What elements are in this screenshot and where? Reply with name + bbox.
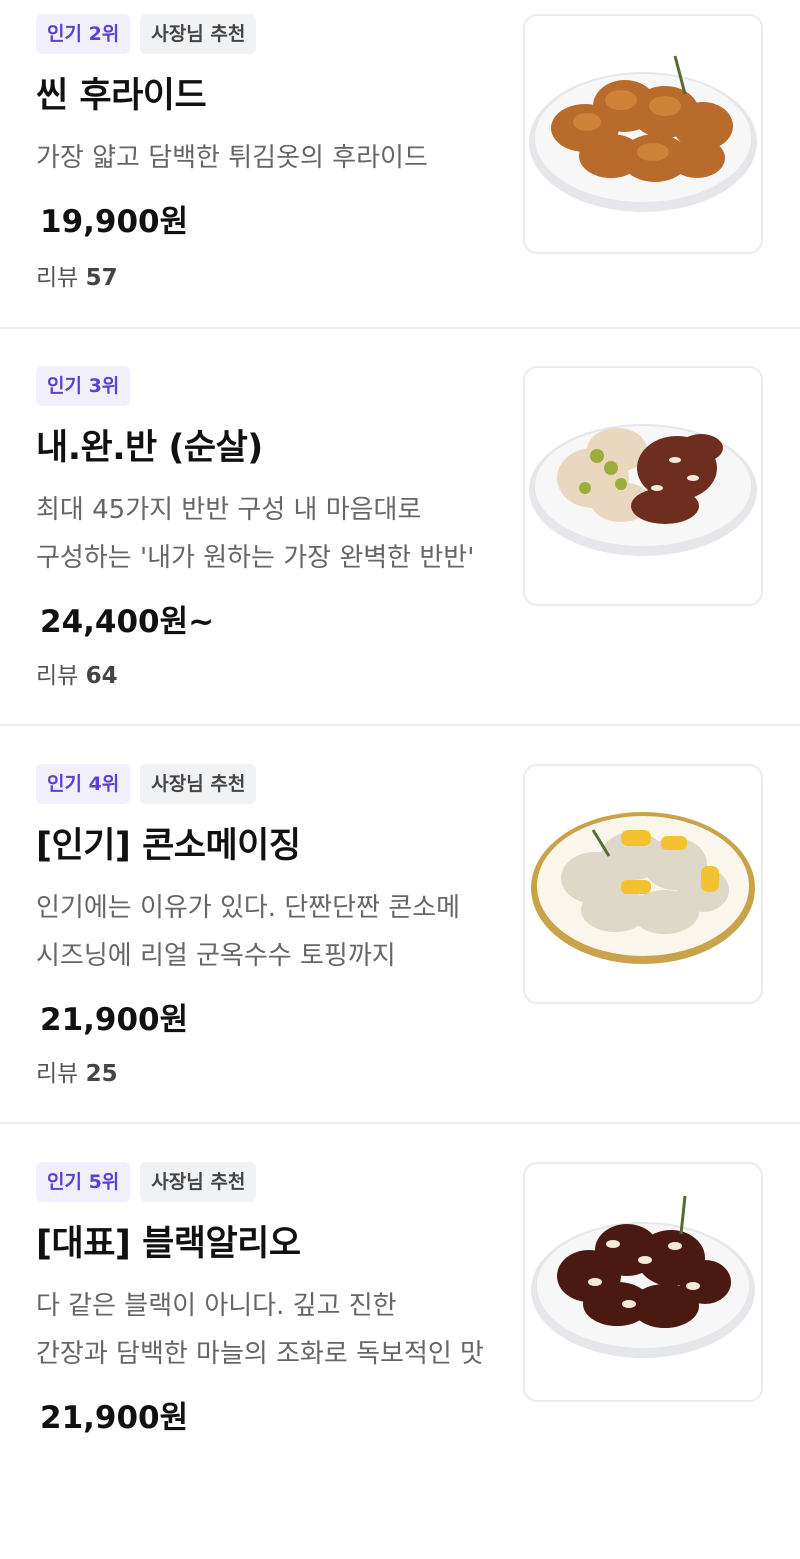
item-divider [0,1122,800,1124]
owner-recommend-badge: 사장님 추천 [140,14,257,54]
review-label: 리뷰 [36,1061,79,1087]
review-number: 64 [85,663,118,689]
menu-item[interactable]: 인기 3위 내.완.반 (순살) 최대 45가지 반반 구성 내 마음대로 구성… [0,366,800,763]
review-count: 리뷰 64 [36,656,118,690]
menu-price: 21,900원 [40,1002,189,1038]
half-half-chicken-image [529,424,757,556]
description-line: 최대 45가지 반반 구성 내 마음대로 [36,495,422,525]
description-line: 인기에는 이유가 있다. 단짠단짠 콘소메 [36,893,461,923]
menu-description: 인기에는 이유가 있다. 단짠단짠 콘소메 시즈닝에 리얼 군옥수수 토핑까지 [36,884,506,980]
menu-item[interactable]: 인기 5위 사장님 추천 [대표] 블랙알리오 다 같은 블랙이 아니다. 깊고… [0,1162,800,1559]
menu-price: 21,900원 [40,1400,189,1436]
menu-thumbnail[interactable] [523,366,763,606]
review-number: 25 [85,1061,118,1087]
menu-name: [대표] 블랙알리오 [36,1224,301,1264]
menu-item[interactable]: 인기 4위 사장님 추천 [인기] 콘소메이징 인기에는 이유가 있다. 단짠단… [0,764,800,1161]
description-line: 구성하는 '내가 원하는 가장 완벽한 반반' [36,543,475,573]
review-count: 리뷰 57 [36,258,118,292]
rank-badge: 인기 2위 [36,14,131,54]
rank-badge: 인기 4위 [36,764,131,804]
fried-chicken-image [529,55,757,212]
menu-thumbnail[interactable] [523,14,763,254]
menu-name: 내.완.반 (순살) [36,428,263,468]
rank-badge: 인기 5위 [36,1162,131,1202]
menu-price: 19,900원 [40,204,189,240]
description-line: 간장과 담백한 마늘의 조화로 독보적인 맛 [36,1339,484,1369]
review-count: 리뷰 25 [36,1054,118,1088]
review-label: 리뷰 [36,265,79,291]
menu-description: 최대 45가지 반반 구성 내 마음대로 구성하는 '내가 원하는 가장 완벽한… [36,486,506,582]
description-line: 시즈닝에 리얼 군옥수수 토핑까지 [36,941,396,971]
description-line: 다 같은 블랙이 아니다. 깊고 진한 [36,1291,397,1321]
description-line: 가장 얇고 담백한 튀김옷의 후라이드 [36,143,428,173]
badge-row: 인기 4위 사장님 추천 [36,764,257,804]
menu-name: [인기] 콘소메이징 [36,826,301,866]
review-label: 리뷰 [36,663,79,689]
badge-row: 인기 3위 [36,366,131,406]
item-divider [0,724,800,726]
owner-recommend-badge: 사장님 추천 [140,1162,257,1202]
menu-price: 24,400원~ [40,604,215,640]
black-alio-chicken-image [531,1195,755,1358]
menu-item[interactable]: 인기 2위 사장님 추천 씬 후라이드 가장 얇고 담백한 튀김옷의 후라이드 … [0,14,800,411]
badge-row: 인기 5위 사장님 추천 [36,1162,257,1202]
menu-description: 다 같은 블랙이 아니다. 깊고 진한 간장과 담백한 마늘의 조화로 독보적인… [36,1282,506,1378]
menu-description: 가장 얇고 담백한 튀김옷의 후라이드 [36,134,506,182]
menu-thumbnail[interactable] [523,1162,763,1402]
owner-recommend-badge: 사장님 추천 [140,764,257,804]
rank-badge: 인기 3위 [36,366,131,406]
menu-thumbnail[interactable] [523,764,763,1004]
review-number: 57 [85,265,118,291]
consomme-chicken-image [531,812,755,964]
menu-name: 씬 후라이드 [36,76,207,116]
badge-row: 인기 2위 사장님 추천 [36,14,257,54]
item-divider [0,327,800,329]
